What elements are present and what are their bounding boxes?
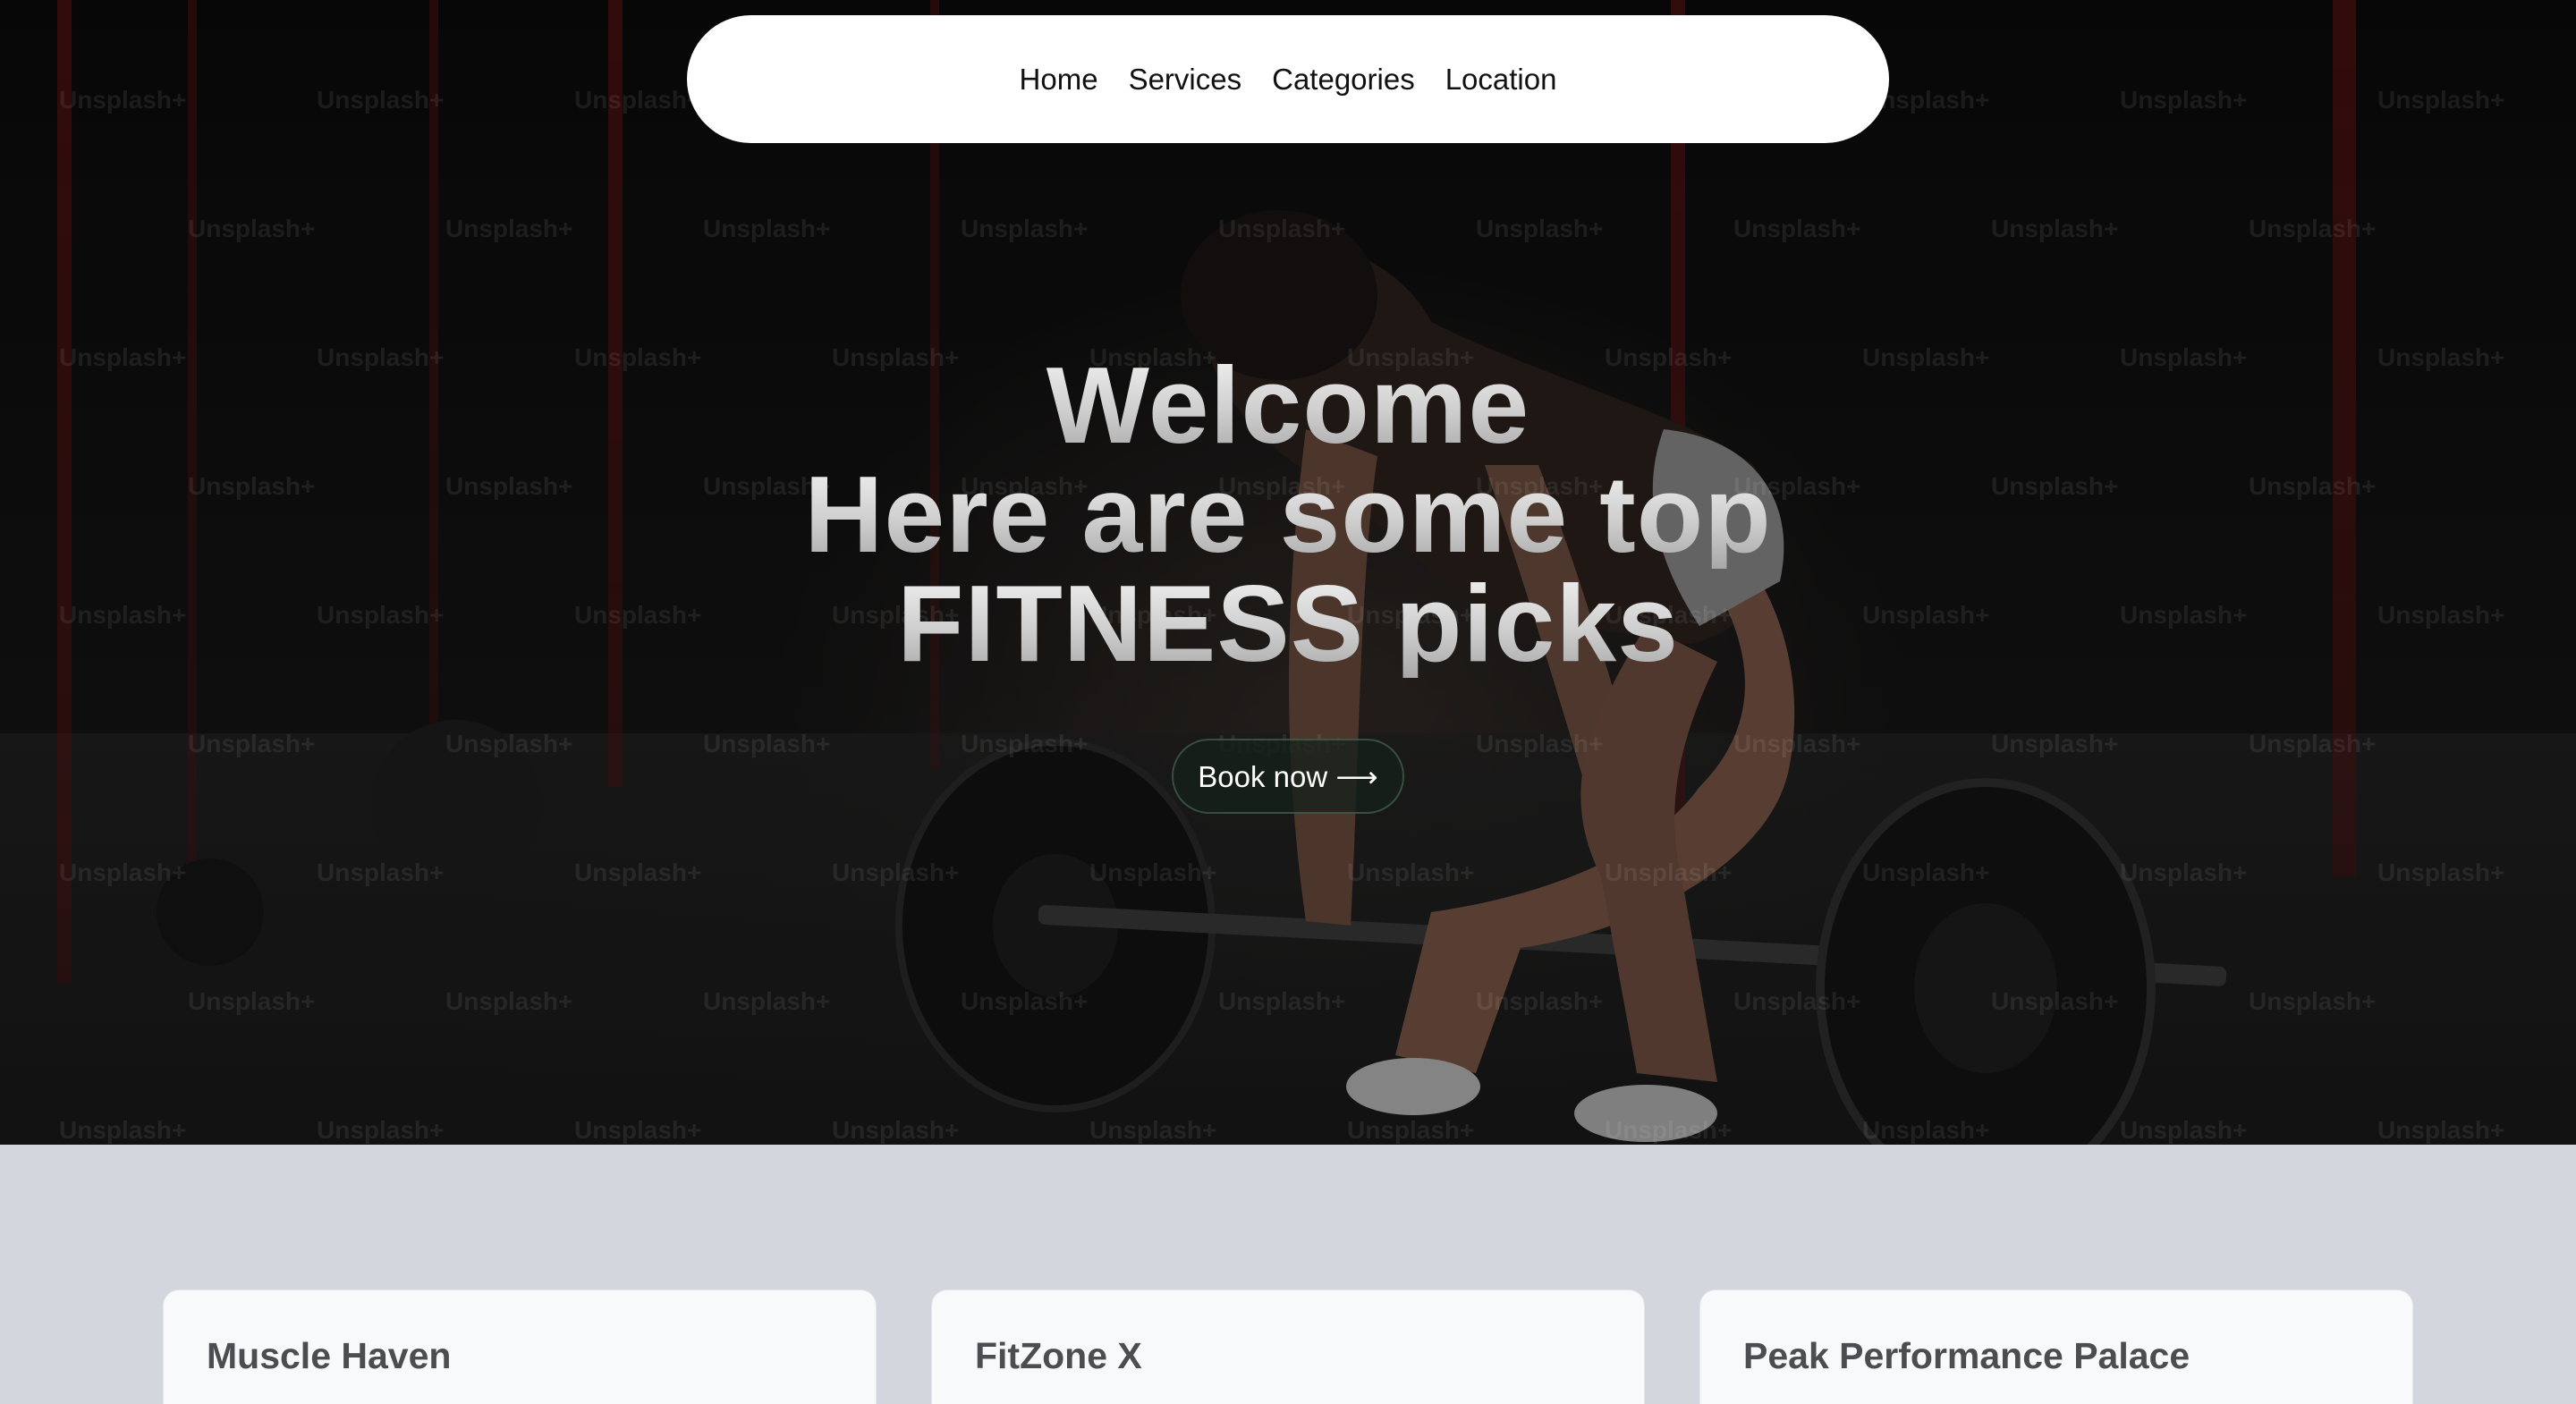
hero-headline-line-2: Here are some top [0,460,2576,569]
gym-card[interactable]: Muscle Haven [163,1290,877,1404]
top-navigation: Home Services Categories Location [687,15,1889,143]
hero-section: Unsplash+ Unsplash+ Unsplash+ Unsplash+ Unsp… [0,0,2576,1145]
gym-cards-section: Muscle Haven FitZone X Peak Performance … [0,1145,2576,1404]
hero-headline-line-3: FITNESS picks [0,569,2576,678]
nav-item-categories[interactable]: Categories [1272,63,1415,97]
nav-item-services[interactable]: Services [1129,63,1242,97]
gym-card-title: Muscle Haven [207,1335,452,1376]
nav-item-home[interactable]: Home [1020,63,1098,97]
gym-card[interactable]: Peak Performance Palace [1699,1290,2413,1404]
hero-headline-line-1: Welcome [0,351,2576,460]
gym-card[interactable]: FitZone X [931,1290,1645,1404]
gym-card-title: Peak Performance Palace [1743,1335,2190,1376]
nav-item-location[interactable]: Location [1445,63,1557,97]
book-now-button[interactable]: Book now ⟶ [1172,739,1404,814]
gym-card-title: FitZone X [975,1335,1142,1376]
hero-headline: Welcome Here are some top FITNESS picks [0,351,2576,678]
page: Unsplash+ Unsplash+ Unsplash+ Unsplash+ Unsp… [0,0,2576,1404]
